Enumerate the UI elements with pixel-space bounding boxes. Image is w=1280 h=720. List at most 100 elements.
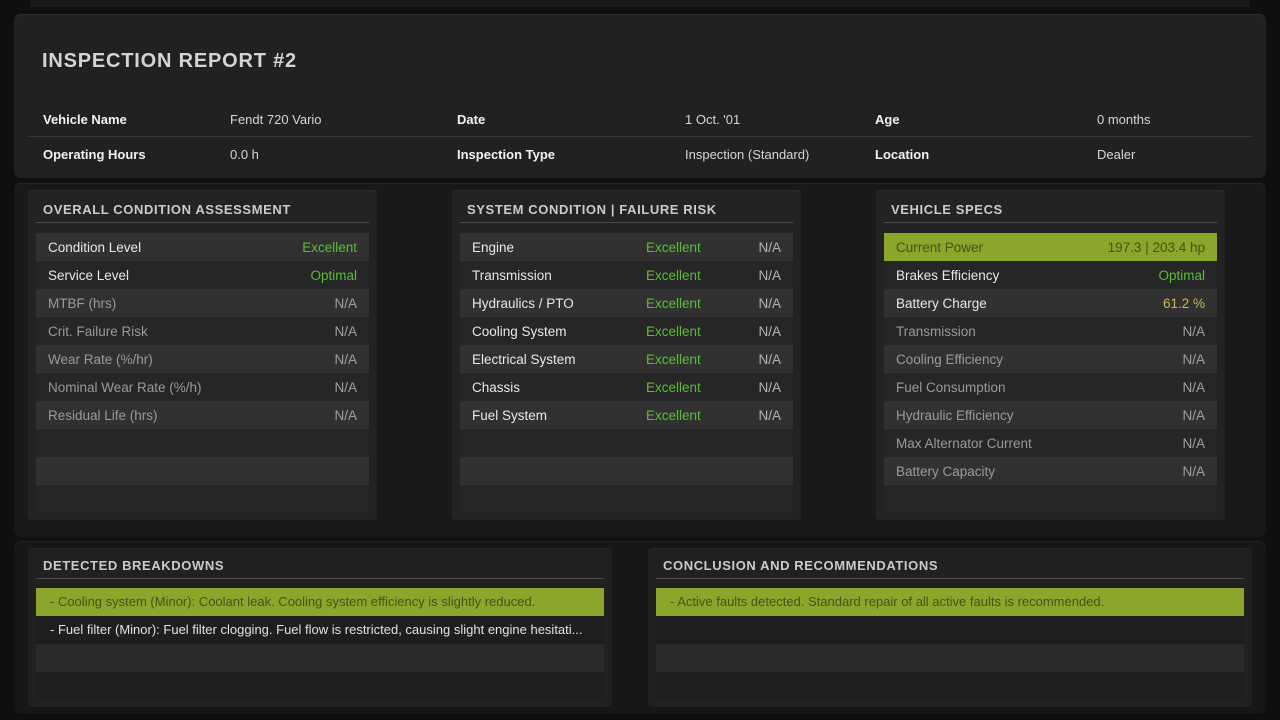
condition-value: Excellent — [646, 324, 716, 339]
row-label: Fuel System — [472, 408, 646, 423]
row-label: Fuel Consumption — [896, 380, 1182, 395]
table-row: Transmission N/A — [884, 317, 1217, 345]
vehicle-name-label: Vehicle Name — [43, 112, 230, 127]
empty-row — [36, 485, 369, 513]
location-value: Dealer — [1097, 147, 1252, 162]
row-label: Max Alternator Current — [896, 436, 1182, 451]
row-value: N/A — [1182, 408, 1205, 423]
row-label: Engine — [472, 240, 646, 255]
table-row: Condition Level Excellent — [36, 233, 369, 261]
assessment-section: OVERALL CONDITION ASSESSMENT Condition L… — [14, 183, 1266, 537]
breakdown-item: - Fuel filter (Minor): Fuel filter clogg… — [36, 616, 604, 644]
date-label: Date — [457, 112, 685, 127]
empty-row — [36, 429, 369, 457]
findings-section: DETECTED BREAKDOWNS - Cooling system (Mi… — [14, 541, 1266, 714]
table-row: MTBF (hrs) N/A — [36, 289, 369, 317]
system-condition-table: Engine Excellent N/A Transmission Excell… — [460, 233, 793, 513]
row-label: Wear Rate (%/hr) — [48, 352, 334, 367]
page-title: INSPECTION REPORT #2 — [42, 50, 297, 73]
table-row: Battery Capacity N/A — [884, 457, 1217, 485]
current-power-row: Current Power 197.3 | 203.4 hp — [884, 233, 1217, 261]
overall-condition-panel: OVERALL CONDITION ASSESSMENT Condition L… — [28, 190, 377, 520]
vehicle-specs-table: Current Power 197.3 | 203.4 hp Brakes Ef… — [884, 233, 1217, 513]
row-label: Residual Life (hrs) — [48, 408, 334, 423]
table-row: Electrical System Excellent N/A — [460, 345, 793, 373]
row-label: Electrical System — [472, 352, 646, 367]
overall-condition-title: OVERALL CONDITION ASSESSMENT — [43, 202, 291, 217]
empty-row — [36, 672, 604, 700]
table-row: Hydraulics / PTO Excellent N/A — [460, 289, 793, 317]
table-row: Hydraulic Efficiency N/A — [884, 401, 1217, 429]
inspection-report-screen: INSPECTION REPORT #2 Vehicle Name Fendt … — [0, 0, 1280, 720]
operating-hours-label: Operating Hours — [43, 147, 230, 162]
empty-row — [656, 644, 1244, 672]
breakdowns-list: - Cooling system (Minor): Coolant leak. … — [36, 588, 604, 700]
conclusion-panel: CONCLUSION AND RECOMMENDATIONS - Active … — [648, 548, 1252, 707]
row-label: Service Level — [48, 268, 310, 283]
row-label: Nominal Wear Rate (%/h) — [48, 380, 334, 395]
empty-row — [460, 485, 793, 513]
detected-breakdowns-title: DETECTED BREAKDOWNS — [43, 558, 224, 573]
table-row: Max Alternator Current N/A — [884, 429, 1217, 457]
condition-value: Excellent — [646, 268, 716, 283]
table-row: Brakes Efficiency Optimal — [884, 261, 1217, 289]
empty-row — [656, 672, 1244, 700]
row-value: N/A — [1182, 380, 1205, 395]
date-value: 1 Oct. '01 — [685, 112, 875, 127]
empty-row — [36, 457, 369, 485]
empty-row — [36, 644, 604, 672]
condition-value: Excellent — [646, 408, 716, 423]
row-value: N/A — [1182, 352, 1205, 367]
row-value: N/A — [1182, 464, 1205, 479]
row-value: N/A — [1182, 324, 1205, 339]
table-row: Wear Rate (%/hr) N/A — [36, 345, 369, 373]
title-underline — [36, 578, 604, 579]
row-value: 61.2 % — [1163, 296, 1205, 311]
row-label: Condition Level — [48, 240, 302, 255]
age-label: Age — [875, 112, 1097, 127]
row-value: N/A — [334, 380, 357, 395]
risk-value: N/A — [716, 324, 781, 339]
row-value: N/A — [334, 408, 357, 423]
risk-value: N/A — [716, 380, 781, 395]
condition-value: Excellent — [646, 240, 716, 255]
background-window-edge — [30, 0, 1250, 7]
empty-row — [884, 485, 1217, 513]
row-label: Battery Capacity — [896, 464, 1182, 479]
risk-value: N/A — [716, 296, 781, 311]
operating-hours-value: 0.0 h — [230, 147, 457, 162]
table-row: Nominal Wear Rate (%/h) N/A — [36, 373, 369, 401]
row-value: N/A — [334, 352, 357, 367]
vehicle-specs-panel: VEHICLE SPECS Current Power 197.3 | 203.… — [876, 190, 1225, 520]
vehicle-name-value: Fendt 720 Vario — [230, 112, 457, 127]
header-meta-row: Operating Hours 0.0 h Inspection Type In… — [14, 137, 1266, 171]
table-row: Fuel System Excellent N/A — [460, 401, 793, 429]
title-underline — [460, 222, 793, 223]
table-row: Service Level Optimal — [36, 261, 369, 289]
age-value: 0 months — [1097, 112, 1252, 127]
risk-value: N/A — [716, 240, 781, 255]
row-value: N/A — [1182, 436, 1205, 451]
header-meta-row: Vehicle Name Fendt 720 Vario Date 1 Oct.… — [14, 102, 1266, 136]
risk-value: N/A — [716, 268, 781, 283]
title-underline — [36, 222, 369, 223]
table-row: Cooling Efficiency N/A — [884, 345, 1217, 373]
vehicle-specs-title: VEHICLE SPECS — [891, 202, 1003, 217]
table-row: Crit. Failure Risk N/A — [36, 317, 369, 345]
row-value: 197.3 | 203.4 hp — [1108, 240, 1205, 255]
empty-row — [460, 429, 793, 457]
table-row: Fuel Consumption N/A — [884, 373, 1217, 401]
breakdown-item: - Cooling system (Minor): Coolant leak. … — [36, 588, 604, 616]
inspection-type-label: Inspection Type — [457, 147, 685, 162]
risk-value: N/A — [716, 352, 781, 367]
row-label: Brakes Efficiency — [896, 268, 1158, 283]
title-underline — [884, 222, 1217, 223]
row-label: Current Power — [896, 240, 1108, 255]
table-row: Residual Life (hrs) N/A — [36, 401, 369, 429]
row-value: Optimal — [310, 268, 357, 283]
conclusion-item: - Active faults detected. Standard repai… — [656, 588, 1244, 616]
row-label: MTBF (hrs) — [48, 296, 334, 311]
row-value: Excellent — [302, 240, 357, 255]
row-label: Chassis — [472, 380, 646, 395]
table-row: Transmission Excellent N/A — [460, 261, 793, 289]
